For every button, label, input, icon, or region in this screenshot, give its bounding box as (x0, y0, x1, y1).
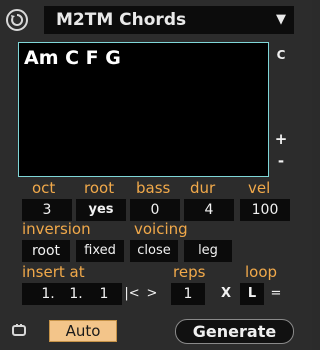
dur-field[interactable]: 4 (184, 199, 234, 221)
generate-button[interactable]: Generate (175, 319, 294, 344)
chord-text: Am C F G (24, 47, 121, 69)
voicing-label: voicing (134, 220, 188, 238)
insert-at-label: insert at (22, 263, 85, 281)
bass-label: bass (136, 179, 171, 197)
link-icon[interactable] (11, 322, 27, 338)
root-toggle[interactable]: yes (76, 199, 126, 221)
vel-label: vel (248, 179, 271, 197)
oct-field[interactable]: 3 (22, 199, 72, 221)
auto-button[interactable]: Auto (49, 320, 117, 342)
voicing-leg-button[interactable]: leg (184, 240, 232, 262)
bass-field[interactable]: 0 (130, 199, 180, 221)
inversion-root-button[interactable]: root (22, 240, 70, 262)
reset-button[interactable] (6, 9, 28, 31)
reps-label: reps (173, 263, 206, 281)
insert-beat: 1. (69, 286, 83, 302)
inversion-label: inversion (22, 220, 91, 238)
loop-label: loop (245, 263, 278, 281)
inversion-fixed-button[interactable]: fixed (76, 240, 124, 262)
device-selector[interactable]: M2TM Chords ▼ (44, 6, 294, 34)
device-panel: M2TM Chords ▼ Am C F G C + - oct root ba… (0, 0, 312, 350)
loop-equals-button[interactable]: = (266, 283, 286, 305)
insert-back-button[interactable]: |< (122, 283, 142, 305)
loop-toggle[interactable]: L (240, 283, 264, 305)
circular-arrow-icon (11, 13, 24, 26)
root-label: root (84, 179, 115, 197)
dur-label: dur (190, 179, 216, 197)
triangle-down-icon: ▼ (276, 12, 286, 27)
insert-bar: 1. (41, 286, 55, 302)
clear-button[interactable]: C (273, 48, 289, 62)
insert-sixteenth: 1 (99, 286, 109, 302)
voicing-close-button[interactable]: close (130, 240, 178, 262)
chord-display[interactable]: Am C F G (18, 42, 269, 177)
plus-button[interactable]: + (273, 130, 289, 148)
device-name: M2TM Chords (56, 10, 187, 30)
vel-field[interactable]: 100 (240, 199, 290, 221)
insert-forward-button[interactable]: > (144, 283, 160, 305)
reps-clear-button[interactable]: X (216, 283, 236, 305)
reps-field[interactable]: 1 (171, 283, 205, 305)
oct-label: oct (32, 179, 56, 197)
minus-button[interactable]: - (273, 152, 289, 170)
